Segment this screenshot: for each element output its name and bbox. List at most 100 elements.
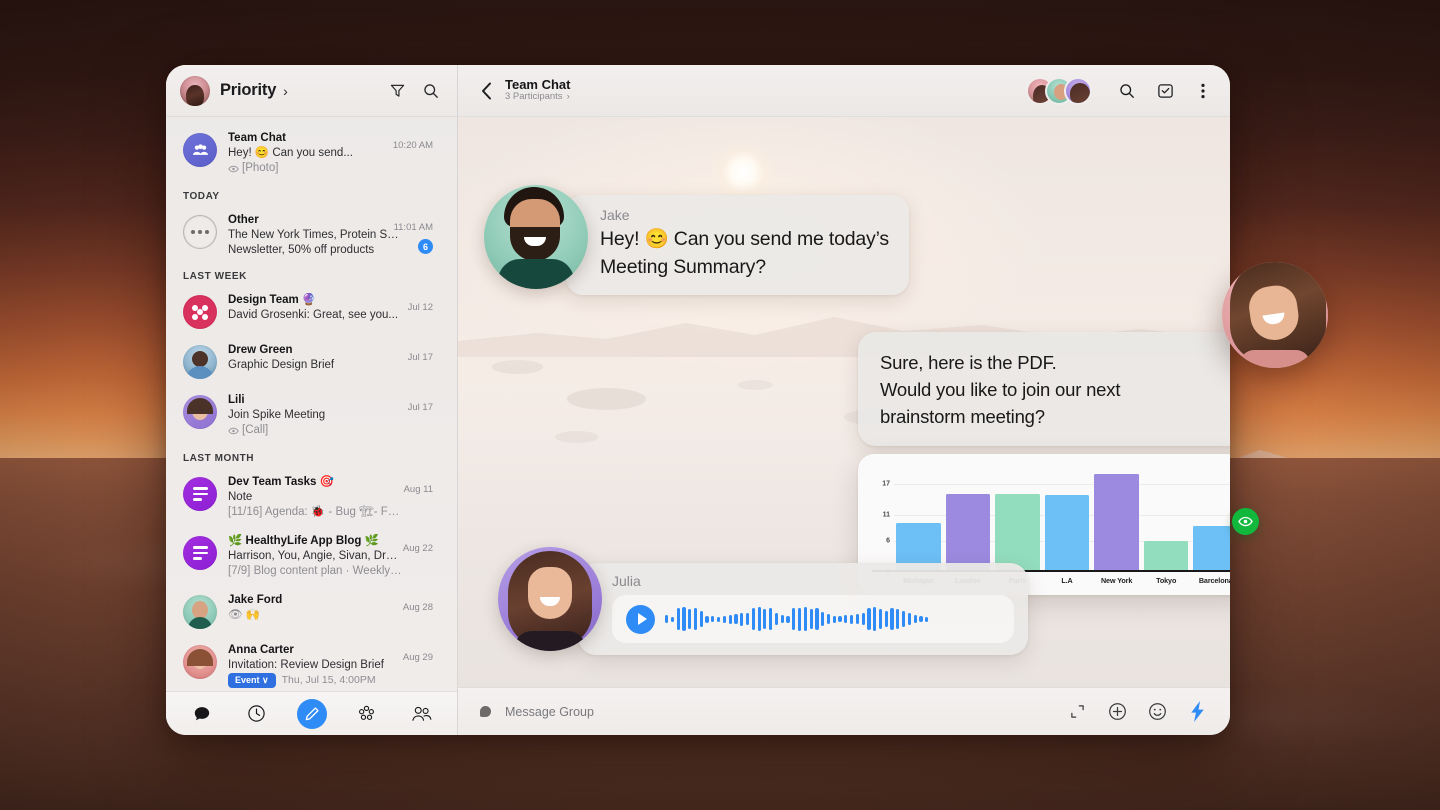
x-axis-tick: L.A [1061, 576, 1073, 586]
list-item-time: Jul 17 [407, 352, 433, 363]
chat-participants[interactable]: 3 Participants › [505, 92, 571, 103]
filter-icon[interactable] [385, 79, 409, 103]
waveform-bar [757, 607, 761, 631]
waveform-bar [884, 611, 888, 627]
chat-title-block: Team Chat 3 Participants › [505, 77, 571, 103]
list-item[interactable]: Team Chat Hey! 😊 Can you send... [Photo]… [166, 119, 457, 185]
chevron-right-icon[interactable]: › [283, 83, 288, 99]
list-item[interactable]: Design Team 🔮 David Grosenki: Great, see… [166, 286, 457, 336]
message-bubble[interactable]: Jake Hey! 😊 Can you send me today’s Meet… [566, 195, 909, 296]
desktop-background: Priority › Team Chat Hey! 😊 Can you send… [0, 0, 1440, 810]
bar [1193, 525, 1230, 573]
bar-column [1044, 468, 1090, 573]
messages-container: Jake Hey! 😊 Can you send me today’s Meet… [458, 117, 1230, 687]
waveform-bar [751, 608, 755, 630]
chevron-right-icon: › [566, 91, 570, 103]
list-item[interactable]: Drew Green Graphic Design Brief Jul 17 [166, 336, 457, 386]
list-item[interactable]: Lili Join Spike Meeting [Call] Jul 17 [166, 386, 457, 447]
sidebar-item-groups[interactable] [352, 699, 382, 729]
section-label-last-month: LAST MONTH [183, 453, 255, 464]
list-item-preview-2: [7/9] Blog content plan · Weekly tip ✨ [228, 565, 403, 577]
list-item-time: Jul 17 [407, 402, 433, 413]
search-icon[interactable] [1114, 78, 1140, 104]
message-bubble[interactable]: Julia [578, 563, 1028, 655]
waveform-bar [867, 608, 871, 630]
eye-icon[interactable] [1232, 508, 1259, 535]
message-text-line-1: Sure, here is the PDF. [880, 352, 1057, 373]
sidebar-item-chat[interactable] [187, 699, 217, 729]
voice-message-player[interactable] [612, 595, 1014, 643]
message-julia-voice[interactable]: Julia [498, 547, 1028, 655]
eye-icon [228, 425, 239, 440]
bottom-navigation [166, 691, 457, 735]
list-item-preview: Graphic Design Brief [228, 359, 335, 371]
list-item[interactable]: Jake Ford 👁 🙌 Aug 28 [166, 586, 457, 636]
avatar [484, 185, 588, 289]
message-composer[interactable]: Message Group [458, 687, 1230, 735]
conversation-list[interactable]: Team Chat Hey! 😊 Can you send... [Photo]… [166, 117, 457, 691]
bar-column [1094, 468, 1139, 573]
waveform-bar [844, 615, 848, 623]
list-item[interactable]: 🌿 HealthyLife App Blog 🌿 Harrison, You, … [166, 527, 457, 586]
message-canvas: Jake Hey! 😊 Can you send me today’s Meet… [458, 117, 1230, 687]
message-text-line-2: Meeting Summary? [600, 255, 766, 278]
message-jake[interactable]: Jake Hey! 😊 Can you send me today’s Meet… [484, 185, 909, 296]
waveform-bar [763, 609, 767, 629]
list-item[interactable]: Anna Carter Invitation: Review Design Br… [166, 636, 457, 691]
waveform-bar [670, 616, 674, 622]
note-icon [183, 477, 217, 511]
list-item-preview: Hey! 😊 Can you send... [228, 147, 353, 159]
lightning-bolt-icon[interactable] [1184, 699, 1210, 725]
waveform-bar [890, 608, 894, 630]
checkbox-box-icon[interactable] [1152, 78, 1178, 104]
waveform-bar [907, 613, 911, 625]
bar-column [1193, 468, 1230, 573]
waveform-bar [717, 616, 721, 622]
smiley-icon[interactable] [1144, 699, 1170, 725]
eye-icon [228, 163, 239, 178]
waveform-bar [919, 616, 923, 622]
user-avatar[interactable] [180, 75, 210, 106]
jake-ford-avatar [183, 595, 217, 629]
expand-icon[interactable] [1064, 699, 1090, 725]
sidebar-header: Priority › [166, 65, 457, 117]
participant-avatars[interactable] [1026, 76, 1092, 105]
list-item-time: Aug 11 [403, 484, 433, 495]
back-chevron-icon[interactable] [480, 81, 493, 101]
avatar-floating[interactable] [1222, 262, 1328, 368]
list-item-preview-2: [11/16] Agenda: 🐞 - Bug 🏗- Feature ⚙ [228, 506, 403, 518]
sidebar-item-people[interactable] [407, 699, 437, 729]
list-item[interactable]: Dev Team Tasks 🎯 Note [11/16] Agenda: 🐞 … [166, 468, 457, 527]
waveform-bar [780, 615, 784, 623]
chat-header: Team Chat 3 Participants › [458, 65, 1230, 117]
avatar [498, 547, 602, 651]
sidebar-item-recent[interactable] [242, 699, 272, 729]
list-item-name: Anna Carter [228, 644, 294, 656]
waveform-bar [896, 609, 900, 629]
chat-panel: Team Chat 3 Participants › Jake Hey! 😊 C… [458, 65, 1230, 735]
waveform-bar [925, 616, 929, 622]
message-sender: Jake [600, 207, 630, 223]
waveform-bar [878, 609, 883, 629]
search-icon[interactable] [419, 79, 443, 103]
sidebar-item-compose[interactable] [296, 698, 327, 729]
more-vertical-icon[interactable] [1190, 78, 1216, 104]
waveform-bar [774, 613, 779, 625]
list-item-attachment: [Call] [228, 423, 403, 440]
plus-circle-icon[interactable] [1104, 699, 1130, 725]
y-axis-tick: 6 [886, 537, 890, 545]
list-item-preview: David Grosenki: Great, see you... [228, 309, 399, 321]
list-item-preview-2: Newsletter, 50% off products [228, 244, 375, 256]
event-badge[interactable]: Event ∨ [228, 673, 276, 688]
message-bubble[interactable]: Sure, here is the PDF. Would you like to… [858, 332, 1230, 447]
x-axis-tick: Barcelona [1198, 576, 1230, 586]
waveform-bar [803, 607, 807, 631]
x-axis-tick: Tokyo [1156, 576, 1177, 586]
list-item-name: Other [228, 214, 259, 226]
waveform-bar [688, 609, 692, 629]
waveform[interactable] [665, 604, 1000, 634]
waveform-bar [728, 614, 732, 624]
list-item[interactable]: Other The New York Times, Protein Sale, … [166, 206, 457, 265]
message-input[interactable]: Message Group [505, 705, 594, 719]
play-icon[interactable] [626, 604, 655, 634]
